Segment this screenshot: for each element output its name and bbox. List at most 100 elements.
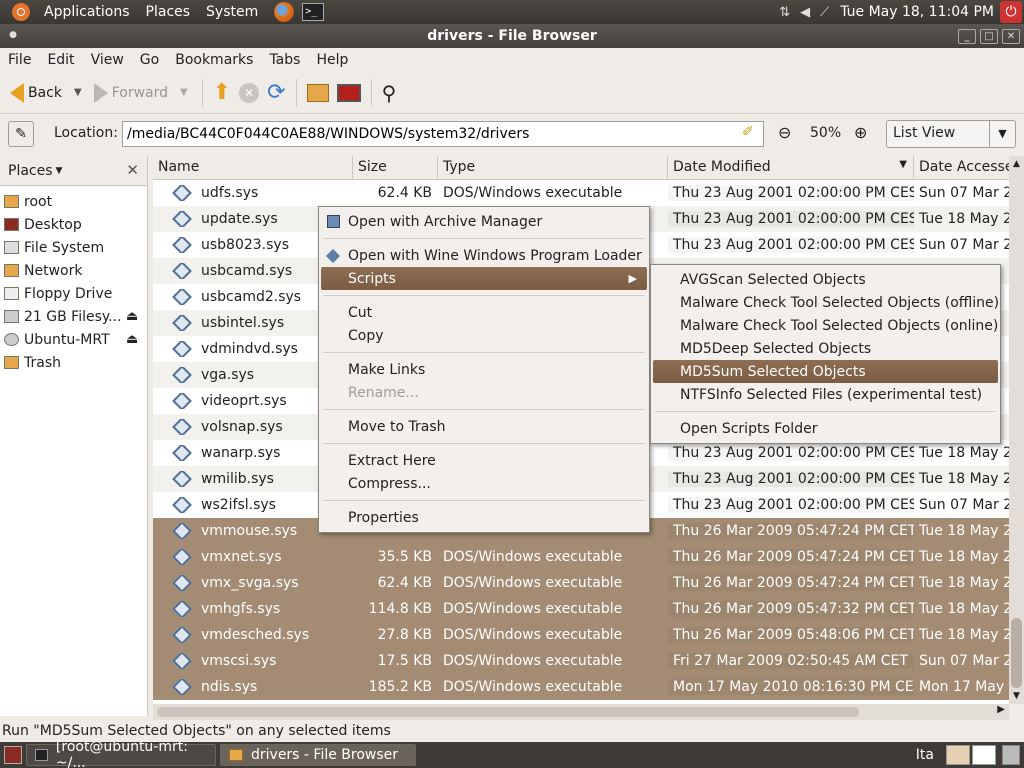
scroll-thumb[interactable] <box>1011 618 1022 688</box>
menu-bookmarks[interactable]: Bookmarks <box>167 52 261 68</box>
sidebar-item-file-system[interactable]: File System <box>0 236 147 259</box>
menu-item-extract-here[interactable]: Extract Here <box>319 449 649 472</box>
back-button[interactable]: Back <box>6 76 66 110</box>
table-row[interactable]: udfs.sys 62.4 KB DOS/Windows executable Thu… <box>153 180 1009 206</box>
menu-item-properties[interactable]: Properties <box>319 506 649 529</box>
close-button[interactable]: ✕ <box>1002 29 1020 44</box>
power-icon[interactable]: ⏻ <box>1000 1 1022 23</box>
menu-tabs[interactable]: Tabs <box>261 52 308 68</box>
sidebar-item-21gb[interactable]: 21 GB Filesy... ⏏ <box>0 305 147 328</box>
menu-item-open-scripts-folder[interactable]: Open Scripts Folder <box>651 417 1000 440</box>
sidebar-chevron-down-icon[interactable]: ▼ <box>56 166 63 176</box>
location-input[interactable] <box>122 121 764 147</box>
menu-item-ntfsinfo-selected-files-experimental-test[interactable]: NTFSInfo Selected Files (experimental te… <box>651 383 1000 406</box>
table-row[interactable]: vmxnet.sys 35.5 KB DOS/Windows executable T… <box>153 544 1009 570</box>
firefox-launcher-icon[interactable] <box>274 2 295 22</box>
table-row[interactable]: ndis.sys 185.2 KB DOS/Windows executable Mo… <box>153 674 1009 700</box>
table-row[interactable]: vmscsi.sys 17.5 KB DOS/Windows executable F… <box>153 648 1009 674</box>
trash-applet-icon[interactable] <box>1002 745 1020 765</box>
file-name-label: wmilib.sys <box>201 471 274 487</box>
menu-item-open-with-archive-manager[interactable]: Open with Archive Manager <box>319 210 649 233</box>
scroll-down-icon[interactable]: ▼ <box>1009 688 1024 704</box>
table-row[interactable]: vmdesched.sys 27.8 KB DOS/Windows executab… <box>153 622 1009 648</box>
forward-history-chevron-icon[interactable]: ▼ <box>180 87 188 98</box>
network-icon[interactable]: ⇅ <box>779 5 790 20</box>
zoom-level[interactable]: 50% <box>810 125 841 141</box>
menu-edit[interactable]: Edit <box>39 52 82 68</box>
menu-item-avgscan-selected-objects[interactable]: AVGScan Selected Objects <box>651 268 1000 291</box>
sidebar-title[interactable]: Places <box>8 163 53 179</box>
menu-item-md5sum-selected-objects[interactable]: MD5Sum Selected Objects <box>653 360 998 383</box>
column-header-date-accessed[interactable]: Date Accesse <box>914 156 1009 179</box>
clock[interactable]: Tue May 18, 11:04 PM <box>840 4 994 20</box>
minimize-button[interactable]: _ <box>958 29 976 44</box>
menu-help[interactable]: Help <box>308 52 356 68</box>
window-titlebar[interactable]: drivers - File Browser ● _ □ ✕ <box>0 24 1024 48</box>
up-button[interactable]: ⬆ <box>209 76 235 110</box>
menu-go[interactable]: Go <box>132 52 167 68</box>
home-button[interactable] <box>303 76 333 110</box>
system-menu[interactable]: System <box>198 4 266 20</box>
menu-item-scripts[interactable]: Scripts ▶ <box>321 267 647 290</box>
taskbar-file-browser[interactable]: drivers - File Browser <box>220 744 416 766</box>
sidebar-item-desktop[interactable]: Desktop <box>0 213 147 236</box>
maximize-button[interactable]: □ <box>980 29 998 44</box>
scroll-up-icon[interactable]: ▲ <box>1009 156 1024 172</box>
workspace-icon[interactable] <box>946 745 970 765</box>
menu-item-cut[interactable]: Cut <box>319 301 649 324</box>
table-row[interactable]: vmx_svga.sys 62.4 KB DOS/Windows executabl… <box>153 570 1009 596</box>
horizontal-scrollbar[interactable]: ▶ <box>153 704 1009 720</box>
menu-item-malware-check-tool-selected-objects-online[interactable]: Malware Check Tool Selected Objects (onl… <box>651 314 1000 337</box>
stop-button[interactable]: ✕ <box>235 76 263 110</box>
column-header-type[interactable]: Type <box>438 156 668 179</box>
sidebar-item-trash[interactable]: Trash <box>0 351 147 374</box>
search-button[interactable]: ⚲ <box>378 76 401 110</box>
forward-button[interactable]: Forward <box>90 76 172 110</box>
column-header-size[interactable]: Size <box>353 156 438 179</box>
close-sidebar-icon[interactable]: ✕ <box>126 161 139 179</box>
sidebar-item-floppy[interactable]: Floppy Drive <box>0 282 147 305</box>
column-header-date-modified[interactable]: Date Modified ▼ <box>668 156 914 179</box>
vertical-scrollbar[interactable]: ▲ ▼ <box>1009 156 1024 704</box>
menu-item-rename[interactable]: Rename... <box>319 381 649 404</box>
scroll-right-icon[interactable]: ▶ <box>997 704 1005 715</box>
menu-item-make-links[interactable]: Make Links <box>319 358 649 381</box>
menu-file[interactable]: File <box>0 52 39 68</box>
view-mode-select[interactable]: List View ▼ <box>886 120 1016 148</box>
scroll-thumb[interactable] <box>157 707 859 717</box>
file-type: DOS/Windows executable <box>443 653 623 669</box>
taskbar-terminal[interactable]: [root@ubuntu-mrt: ~/... <box>26 739 216 768</box>
applications-menu[interactable]: Applications <box>36 4 138 20</box>
executable-file-icon <box>172 627 192 643</box>
column-header-name[interactable]: Name <box>153 156 353 179</box>
ubuntu-logo-icon[interactable] <box>12 3 30 21</box>
menu-item-md5deep-selected-objects[interactable]: MD5Deep Selected Objects <box>651 337 1000 360</box>
terminal-launcher-icon[interactable]: >_ <box>302 3 325 21</box>
back-history-chevron-icon[interactable]: ▼ <box>74 87 82 98</box>
computer-button[interactable] <box>333 76 365 110</box>
window-menu-icon[interactable]: ● <box>4 29 22 44</box>
volume-icon[interactable]: ◀︎ <box>800 5 810 20</box>
sidebar-item-network[interactable]: Network <box>0 259 147 282</box>
sidebar-item-root[interactable]: root <box>0 190 147 213</box>
places-menu[interactable]: Places <box>138 4 199 20</box>
menu-item-compress[interactable]: Compress... <box>319 472 649 495</box>
table-row[interactable]: vmhgfs.sys 114.8 KB DOS/Windows executable… <box>153 596 1009 622</box>
keyboard-layout[interactable]: Ita <box>916 747 934 763</box>
menu-item-move-to-trash[interactable]: Move to Trash <box>319 415 649 438</box>
workspace-icon[interactable] <box>972 745 996 765</box>
eject-icon[interactable]: ⏏ <box>126 332 138 347</box>
show-desktop-icon[interactable] <box>4 746 22 764</box>
edit-location-toggle-icon[interactable]: ✎ <box>8 121 34 147</box>
clear-location-icon[interactable]: ✐ <box>742 124 754 140</box>
reload-button[interactable]: ⟳ <box>263 76 289 110</box>
menu-item-malware-check-tool-selected-objects-offline[interactable]: Malware Check Tool Selected Objects (off… <box>651 291 1000 314</box>
menu-view[interactable]: View <box>83 52 132 68</box>
menu-item-open-with-wine-windows-program-loader[interactable]: Open with Wine Windows Program Loader <box>319 244 649 267</box>
zoom-in-icon[interactable]: ⊕ <box>854 123 867 142</box>
connection-icon[interactable]: ⟋ <box>820 5 829 20</box>
eject-icon[interactable]: ⏏ <box>126 309 138 324</box>
sidebar-item-ubuntu-mrt[interactable]: Ubuntu-MRT ⏏ <box>0 328 147 351</box>
zoom-out-icon[interactable]: ⊖ <box>778 123 791 142</box>
menu-item-copy[interactable]: Copy <box>319 324 649 347</box>
